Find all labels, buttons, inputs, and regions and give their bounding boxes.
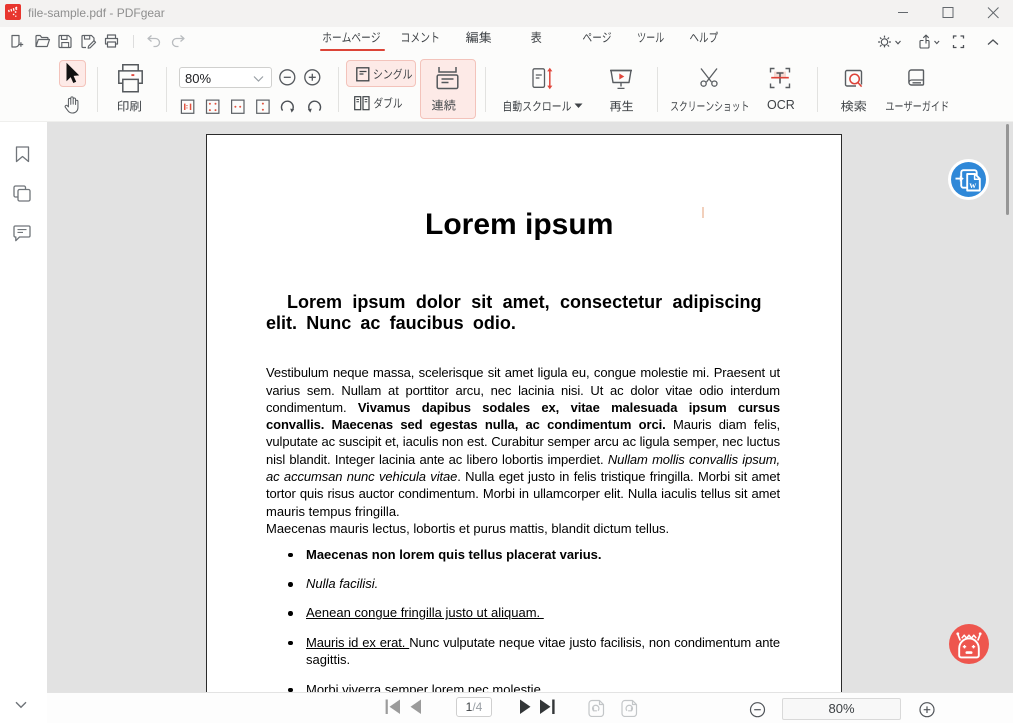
svg-text:w: w: [969, 181, 976, 191]
